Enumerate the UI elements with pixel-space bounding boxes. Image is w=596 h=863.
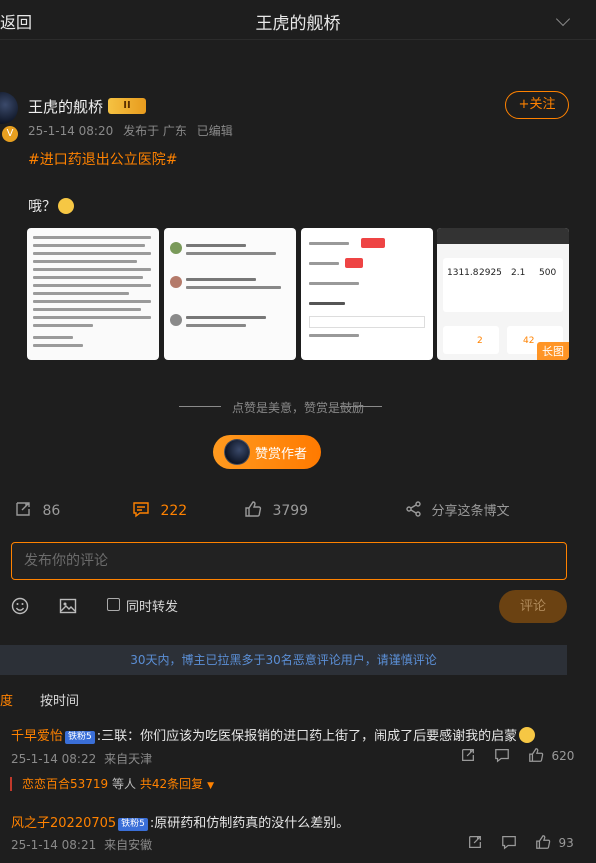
post-image-1[interactable] bbox=[27, 228, 159, 360]
stat-6: 42 bbox=[523, 336, 535, 346]
like-hint: 点赞是美意，赞赏是鼓励 bbox=[231, 401, 364, 415]
long-image-badge: 长图 bbox=[537, 342, 569, 360]
sort-time-tab[interactable]: 按时间 bbox=[40, 690, 79, 709]
author-name[interactable]: 王虎的舰桥 bbox=[28, 96, 103, 117]
reply-icon[interactable] bbox=[494, 747, 510, 763]
emoji-icon[interactable] bbox=[11, 597, 29, 615]
comment-user[interactable]: 千早爱怡 bbox=[11, 729, 63, 744]
share-label: 分享这条博文 bbox=[431, 504, 510, 519]
like-icon[interactable] bbox=[528, 747, 544, 763]
stat-2: 2925 bbox=[479, 268, 502, 278]
fan-badge: 铁粉5 bbox=[118, 818, 148, 831]
comment-date: 25-1-14 08:22 bbox=[11, 752, 97, 766]
stat-5: 2 bbox=[477, 336, 483, 346]
caret-down-icon[interactable]: ▼ bbox=[207, 781, 214, 791]
post-meta: 25-1-14 08:20 发布于 广东 已编辑 bbox=[28, 122, 239, 139]
post-text: 哦？ bbox=[28, 196, 74, 216]
comment-from: 来自安徽 bbox=[104, 838, 153, 852]
fan-badge: 铁粉5 bbox=[65, 731, 95, 744]
share-action[interactable]: 分享这条博文 bbox=[405, 500, 509, 522]
comment-actions: 620 bbox=[460, 747, 574, 763]
repost-checkbox[interactable] bbox=[107, 598, 120, 611]
post-image-4[interactable]: 1311.8 2925 2.1 500 2 42 长图 bbox=[437, 228, 569, 360]
edited-label[interactable]: 已编辑 bbox=[197, 124, 233, 138]
comment-notice: 30天内，博主已拉黑多于30名恶意评论用户，请谨慎评论 bbox=[0, 645, 567, 675]
collapse-row bbox=[0, 40, 596, 76]
comment-meta: 25-1-14 08:22 来自天津 bbox=[11, 750, 152, 767]
comment-like-count: 93 bbox=[558, 836, 574, 850]
comment-icon bbox=[133, 502, 149, 518]
repost-icon[interactable] bbox=[460, 747, 476, 763]
comment-meta: 25-1-14 08:21 来自安徽 bbox=[11, 836, 152, 853]
like-count: 3799 bbox=[272, 503, 309, 519]
stat-4: 500 bbox=[539, 268, 557, 278]
verified-badge-icon: V bbox=[2, 126, 18, 142]
thinking-emoji-icon bbox=[58, 198, 74, 214]
sort-hot-tab[interactable]: 度 bbox=[0, 690, 13, 709]
like-action[interactable]: 3799 bbox=[244, 500, 308, 522]
divider bbox=[340, 406, 382, 407]
shy-emoji-icon bbox=[519, 727, 536, 743]
reply-mid: 等人 bbox=[108, 777, 140, 791]
comment-item: 千早爱怡 铁粉5:三联：你们应该为吃医保报销的进口药上街了，闹成了后要感谢我的启蒙 bbox=[11, 725, 596, 744]
post-image-2[interactable] bbox=[164, 228, 296, 360]
stat-3: 2.1 bbox=[511, 268, 526, 278]
follow-button[interactable]: +关注 bbox=[505, 91, 569, 119]
comment-like-count: 620 bbox=[551, 749, 575, 763]
page-title: 王虎的舰桥 bbox=[255, 14, 341, 34]
comment-user[interactable]: 风之子20220705 bbox=[11, 816, 116, 831]
repost-action[interactable]: 86 bbox=[14, 500, 60, 522]
avatar[interactable] bbox=[0, 92, 18, 124]
crown-badge: II bbox=[108, 98, 146, 114]
reply-icon[interactable] bbox=[501, 834, 517, 850]
reply-user[interactable]: 恋恋百合53719 bbox=[22, 777, 108, 791]
post-text-content: 哦？ bbox=[28, 199, 56, 215]
submit-comment-button[interactable]: 评论 bbox=[499, 590, 567, 623]
comment-count: 222 bbox=[160, 503, 188, 519]
post-date: 25-1-14 08:20 bbox=[28, 124, 114, 138]
comment-input[interactable]: 发布你的评论 bbox=[11, 542, 567, 580]
comment-from: 来自天津 bbox=[104, 752, 153, 766]
repost-icon[interactable] bbox=[467, 834, 483, 850]
reply-indicator bbox=[10, 777, 12, 791]
repost-checkbox-label: 同时转发 bbox=[126, 600, 179, 615]
post-location: 发布于 广东 bbox=[123, 124, 187, 138]
hashtag-link[interactable]: #进口药退出公立医院# bbox=[28, 149, 177, 169]
comment-actions: 93 bbox=[467, 834, 574, 850]
stat-1: 1311.8 bbox=[447, 268, 479, 278]
comment-text: :三联：你们应该为吃医保报销的进口药上街了，闹成了后要感谢我的启蒙 bbox=[96, 729, 518, 744]
comment-item: 风之子20220705 铁粉5:原研药和仿制药真的没什么差别。 bbox=[11, 812, 596, 831]
reply-summary[interactable]: 恋恋百合53719 等人 共42条回复 ▼ bbox=[22, 775, 214, 792]
reward-label[interactable]: 赞赏作者 bbox=[255, 443, 307, 462]
repost-icon bbox=[16, 502, 30, 516]
comment-date: 25-1-14 08:21 bbox=[11, 838, 97, 852]
like-icon[interactable] bbox=[535, 834, 551, 850]
comment-text: :原研药和仿制药真的没什么差别。 bbox=[149, 816, 350, 831]
share-icon bbox=[406, 501, 421, 517]
post-image-3[interactable] bbox=[301, 228, 433, 360]
image-icon[interactable] bbox=[59, 597, 77, 615]
reply-count[interactable]: 共42条回复 bbox=[140, 777, 203, 791]
repost-count: 86 bbox=[42, 503, 61, 519]
reward-avatar bbox=[224, 439, 250, 465]
like-icon bbox=[245, 501, 262, 517]
comment-action[interactable]: 222 bbox=[132, 500, 187, 522]
